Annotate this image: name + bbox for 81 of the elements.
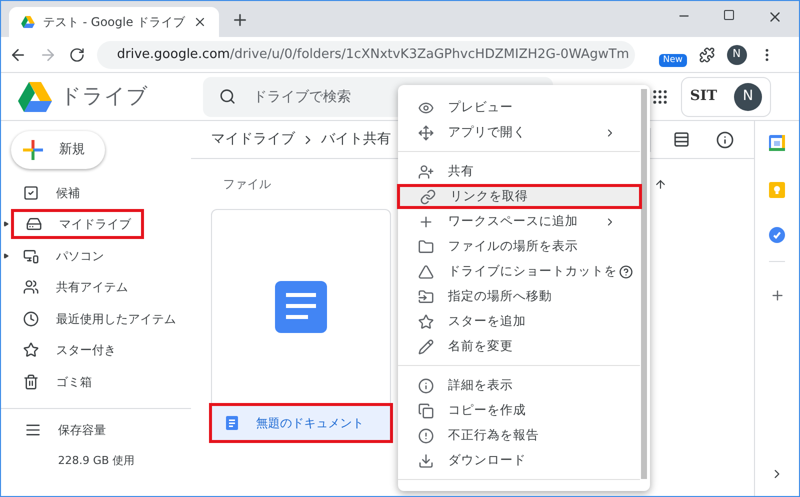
help-icon[interactable] bbox=[619, 264, 633, 278]
document-icon bbox=[226, 416, 238, 430]
people-icon bbox=[23, 279, 39, 296]
sidebar-item[interactable]: スター付き bbox=[11, 335, 124, 366]
check-square-icon bbox=[23, 184, 39, 201]
sidebar-item[interactable]: 最近使用したアイテム bbox=[11, 304, 184, 334]
expand-arrow-icon[interactable] bbox=[3, 252, 9, 259]
menu-item[interactable]: リンクを取得 bbox=[397, 184, 642, 209]
reload-icon[interactable] bbox=[69, 46, 85, 62]
extensions-icon[interactable] bbox=[698, 46, 715, 62]
expand-arrow-icon[interactable] bbox=[3, 221, 9, 228]
breadcrumb-item[interactable]: バイト共有 bbox=[321, 129, 391, 150]
plus-icon bbox=[23, 140, 43, 160]
maximize-icon[interactable] bbox=[723, 9, 735, 21]
trash-icon bbox=[23, 374, 39, 390]
close-icon[interactable] bbox=[193, 15, 207, 29]
copy-icon bbox=[418, 402, 434, 418]
menu-item[interactable]: 共有 bbox=[398, 159, 640, 184]
app-name: ドライブ bbox=[60, 82, 148, 110]
storage-label[interactable]: 保存容量 bbox=[58, 420, 106, 438]
menu-item[interactable]: スターを追加 bbox=[398, 309, 640, 334]
menu-item[interactable]: コピーを作成 bbox=[398, 398, 640, 423]
add-addon-icon[interactable] bbox=[770, 288, 784, 303]
calendar-icon[interactable] bbox=[769, 135, 785, 151]
menu-item[interactable]: ワークスペースに追加 bbox=[398, 209, 640, 234]
sidebar-item[interactable]: パソコン bbox=[11, 240, 112, 271]
plus-icon bbox=[418, 214, 434, 230]
extension-new-badge[interactable]: New bbox=[659, 54, 687, 68]
menu-item[interactable]: ドライブにショートカットを bbox=[398, 259, 640, 284]
breadcrumb-item[interactable]: マイドライブ bbox=[211, 129, 295, 150]
file-name-bar[interactable]: 無題のドキュメント bbox=[209, 403, 393, 443]
alert-icon bbox=[418, 428, 434, 444]
folder-icon bbox=[418, 238, 434, 254]
menu-item[interactable]: アプリで開く bbox=[398, 120, 640, 145]
sidebar-item[interactable]: ゴミ箱 bbox=[11, 366, 100, 397]
sort-arrow-icon[interactable] bbox=[654, 178, 667, 190]
document-icon bbox=[275, 280, 327, 332]
download-icon bbox=[418, 452, 434, 468]
menu-item[interactable]: 名前を変更 bbox=[398, 334, 640, 359]
address-bar[interactable]: drive.google.com/drive/u/0/folders/1cXNxtvK3ZaGPhvcHDZMIZH2G-0WAgwTm bbox=[97, 40, 635, 68]
clock-icon bbox=[23, 310, 39, 327]
org-logo: SIT bbox=[690, 87, 718, 106]
list-view-icon[interactable] bbox=[673, 131, 690, 148]
sidebar-item[interactable]: 共有アイテム bbox=[11, 272, 136, 302]
menu-item[interactable]: ダウンロード bbox=[398, 448, 640, 473]
info-icon bbox=[418, 378, 434, 394]
url-text: drive.google.com/drive/u/0/folders/1cXNxtvK3ZaGPhvcHDZMIZH2G-0WAgwTm bbox=[117, 46, 630, 64]
drive-logo-icon bbox=[21, 16, 35, 28]
star-icon bbox=[418, 314, 434, 330]
new-tab-icon[interactable] bbox=[231, 11, 249, 29]
storage-usage: 228.9 GB 使用 bbox=[57, 452, 136, 468]
account-card[interactable]: SIT N bbox=[681, 76, 771, 116]
eye-icon bbox=[418, 100, 434, 116]
link-icon bbox=[420, 188, 436, 204]
storage-icon bbox=[25, 422, 41, 438]
apps-grid-icon[interactable] bbox=[651, 88, 669, 106]
search-icon bbox=[219, 88, 236, 104]
person-add-icon bbox=[418, 164, 434, 180]
devices-icon bbox=[23, 248, 39, 264]
pencil-icon bbox=[418, 338, 434, 354]
menu-item[interactable]: 詳細を表示 bbox=[398, 373, 640, 398]
browser-tab[interactable]: テスト - Google ドライブ bbox=[9, 7, 219, 37]
section-label: ファイル bbox=[223, 176, 272, 193]
triangle-icon bbox=[418, 264, 434, 280]
profile-avatar[interactable]: N bbox=[726, 44, 747, 64]
file-card[interactable]: 無題のドキュメント bbox=[211, 209, 391, 441]
account-avatar[interactable]: N bbox=[734, 82, 762, 110]
menu-item[interactable]: ファイルの場所を表示 bbox=[398, 234, 640, 259]
menu-item[interactable]: 指定の場所へ移動 bbox=[398, 284, 640, 309]
move-arrows-icon bbox=[418, 124, 434, 140]
drive-icon bbox=[26, 216, 42, 232]
folder-arrow-icon bbox=[418, 288, 434, 304]
drive-logo-icon bbox=[18, 82, 52, 112]
sidebar-item[interactable]: 候補 bbox=[11, 178, 88, 208]
new-button[interactable]: 新規 bbox=[11, 131, 105, 169]
sidebar-item[interactable]: マイドライブ bbox=[11, 209, 144, 240]
tab-title: テスト - Google ドライブ bbox=[42, 14, 186, 31]
info-icon[interactable] bbox=[716, 130, 734, 148]
star-icon bbox=[23, 342, 39, 358]
tasks-icon[interactable] bbox=[769, 227, 785, 243]
menu-item[interactable]: 不正行為を報告 bbox=[398, 423, 640, 448]
